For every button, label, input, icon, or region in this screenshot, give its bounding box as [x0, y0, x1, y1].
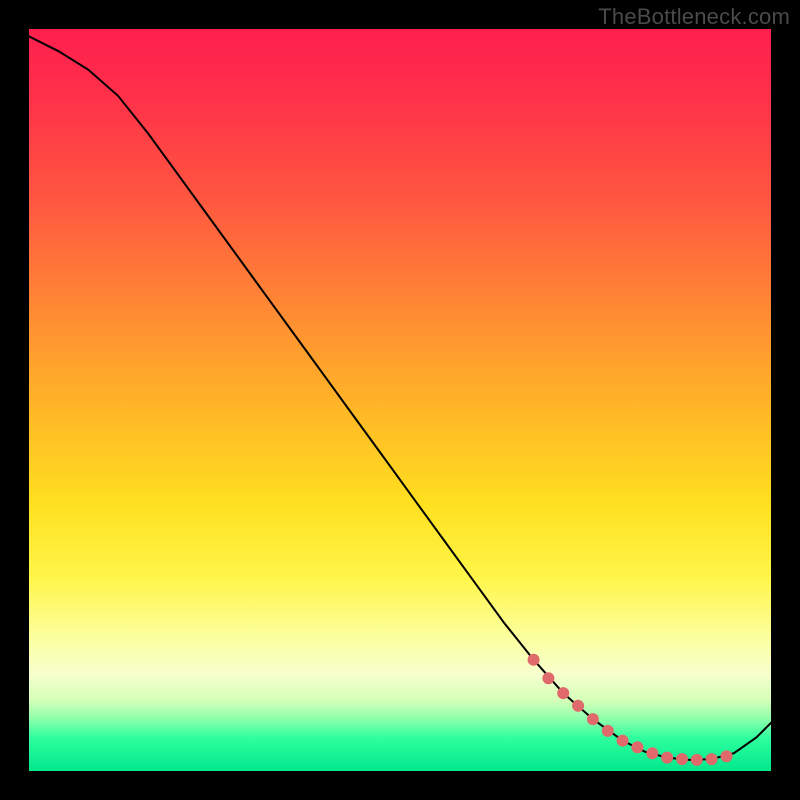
highlight-dot — [677, 754, 688, 765]
highlight-dot — [573, 700, 584, 711]
bottleneck-curve — [29, 36, 771, 760]
highlight-dot — [691, 754, 702, 765]
highlight-dot — [662, 752, 673, 763]
highlight-dot — [558, 688, 569, 699]
highlight-dot — [528, 654, 539, 665]
highlight-dot — [543, 673, 554, 684]
highlight-dot — [721, 751, 732, 762]
highlight-dot — [706, 754, 717, 765]
curve-layer — [29, 29, 771, 771]
highlight-dot — [647, 748, 658, 759]
highlight-dot — [587, 714, 598, 725]
highlight-dot — [602, 725, 613, 736]
highlight-dot — [617, 735, 628, 746]
watermark-text: TheBottleneck.com — [598, 4, 790, 30]
highlight-dots — [528, 654, 732, 765]
highlight-dot — [632, 742, 643, 753]
plot-area — [29, 29, 771, 771]
chart-stage: TheBottleneck.com — [0, 0, 800, 800]
